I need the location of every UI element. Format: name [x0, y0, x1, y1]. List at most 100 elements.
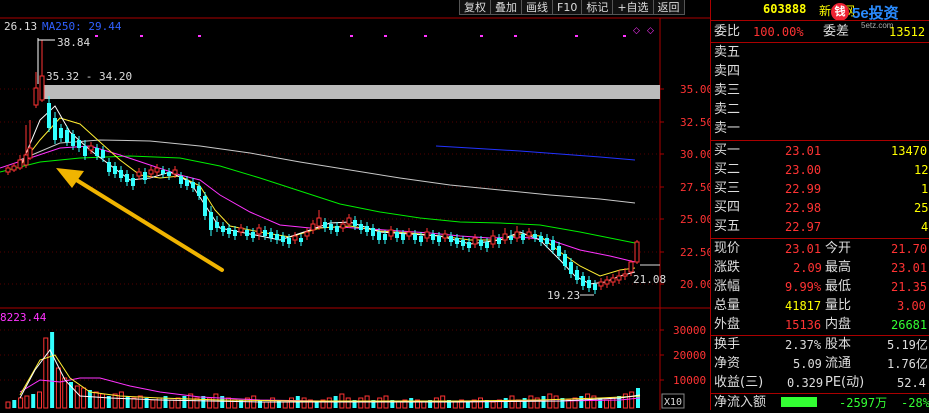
pe-value: 52.4 — [897, 376, 926, 390]
price-tick: 27.50 — [680, 181, 710, 194]
weibi-row: 委比 100.00% 委差 13512 — [711, 22, 929, 42]
high-label: 38.84 — [57, 36, 90, 49]
price-tick: 30.00 — [680, 148, 710, 161]
price-tick: 22.50 — [680, 246, 710, 259]
overlay-button[interactable]: 叠加 — [490, 0, 522, 15]
buy-row: 买二 23.00 12 — [711, 160, 929, 180]
sell-row: 卖二 — [711, 100, 929, 120]
sell-row: 卖五 — [711, 43, 929, 63]
buy3-label: 买三 — [714, 181, 741, 196]
sell1-label: 卖一 — [714, 121, 741, 136]
change-value: 2.09 — [793, 261, 822, 275]
buy2-label: 买二 — [714, 162, 741, 177]
brand-coin-icon: 钱 — [831, 3, 849, 21]
buy2-volume: 12 — [914, 163, 929, 177]
open-label: 今开 — [825, 241, 852, 256]
change-label: 涨跌 — [714, 260, 741, 275]
stock-code: 603888 — [763, 2, 807, 16]
ma120-line — [19, 139, 636, 204]
volume-label: 总量 — [714, 298, 741, 313]
net-asset-value: 5.09 — [793, 357, 822, 371]
stock-app: 35.00 32.50 30.00 27.50 25.00 22.50 20.0… — [0, 0, 929, 410]
volume-tick: 20000 — [673, 349, 706, 362]
ma-legend-value: 26.13 — [4, 20, 37, 33]
volume-ratio-label: 量比 — [825, 298, 852, 313]
f10-button[interactable]: F10 — [552, 0, 583, 15]
price-tick: 20.00 — [680, 278, 710, 291]
stat-row: 涨幅 9.99% 最低 21.35 — [711, 277, 929, 297]
high-label-panel: 最高 — [825, 260, 852, 275]
high-value: 23.01 — [891, 261, 928, 275]
sell-row: 卖三 — [711, 81, 929, 101]
stat-row: 涨跌 2.09 最高 23.01 — [711, 258, 929, 278]
net-asset-label: 净资 — [714, 356, 741, 371]
svg-text:◇: ◇ — [647, 26, 654, 36]
netflow-pct: -28% — [901, 396, 929, 410]
ma250-legend: MA250: 29.44 — [42, 20, 122, 33]
open-value: 21.70 — [891, 242, 928, 256]
buy1-label: 买一 — [714, 143, 741, 158]
change-pct-label: 涨幅 — [714, 279, 741, 294]
buy-row: 买四 22.98 25 — [711, 198, 929, 218]
stat-row: 现价 23.01 今开 21.70 — [711, 239, 929, 259]
weibi-label: 委比 — [714, 24, 741, 39]
volume-value: 41817 — [785, 299, 822, 313]
svg-text:◇: ◇ — [633, 26, 640, 36]
outer-value: 15136 — [785, 318, 822, 332]
buy-row: 买三 22.99 1 — [711, 179, 929, 199]
buy5-label: 买五 — [714, 219, 741, 234]
sell2-label: 卖二 — [714, 102, 741, 117]
draw-line-button[interactable]: 画线 — [521, 0, 553, 15]
weibi-value: 100.00% — [753, 25, 804, 39]
buy-row: 买一 23.01 13470 — [711, 141, 929, 161]
pe-label: PE(动) — [825, 375, 865, 390]
buy-row: 买五 22.97 4 — [711, 217, 929, 237]
buy4-volume: 25 — [914, 201, 929, 215]
price-tick: 32.50 — [680, 116, 710, 129]
buy3-price: 22.99 — [785, 182, 822, 196]
fund-row: 收益(三) 0.329 PE(动) 52.4 — [711, 373, 929, 393]
sell-row: 卖一 — [711, 119, 929, 139]
netflow-value: -2597万 — [839, 396, 888, 410]
chart-toolbar: 复权 叠加 画线 F10 标记 +自选 返回 — [459, 0, 710, 16]
buy4-label: 买四 — [714, 200, 741, 215]
mark-button[interactable]: 标记 — [581, 0, 614, 15]
weicha-label: 委差 — [823, 24, 850, 39]
buy4-price: 22.98 — [785, 201, 822, 215]
eps-value: 0.329 — [787, 376, 824, 390]
kline-chart[interactable]: 35.00 32.50 30.00 27.50 25.00 22.50 20.0… — [0, 0, 710, 410]
inner-value: 26681 — [891, 318, 928, 332]
sell4-label: 卖四 — [714, 64, 741, 79]
fund-row: 换手 2.37% 股本 5.19亿 — [711, 335, 929, 355]
volume-ratio-value: 3.00 — [897, 299, 926, 313]
stat-row: 总量 41817 量比 3.00 — [711, 296, 929, 316]
shares-value: 5.19亿 — [887, 338, 928, 352]
buy1-volume: 13470 — [891, 144, 928, 158]
outer-label: 外盘 — [714, 317, 741, 332]
low-label: 19.23 — [547, 289, 580, 302]
buy5-price: 22.97 — [785, 220, 822, 234]
ma20-line — [0, 145, 636, 263]
fund-row: 净资 5.09 流通 1.76亿 — [711, 354, 929, 374]
netflow-label: 净流入额 — [714, 395, 767, 410]
add-watchlist-button[interactable]: +自选 — [612, 0, 654, 15]
buy5-volume: 4 — [921, 220, 929, 234]
price-tick: 35.00 — [680, 83, 710, 96]
sell3-label: 卖三 — [714, 83, 741, 98]
change-pct-value: 9.99% — [785, 280, 822, 294]
sell-row: 卖四 — [711, 62, 929, 82]
buy3-volume: 1 — [921, 182, 929, 196]
volume-scale-tag[interactable]: X10 — [664, 397, 682, 408]
quote-panel: 603888 新华网 钱 5e投资 5etz.com 委比 100.00% 委差… — [710, 0, 929, 410]
fuquan-button[interactable]: 复权 — [459, 0, 491, 15]
ma250-line — [435, 145, 636, 161]
stat-row: 外盘 15136 内盘 26681 — [711, 315, 929, 335]
last-price-label: 21.08 — [633, 273, 666, 286]
netflow-row: 净流入额 -2597万 -28% — [711, 393, 929, 413]
ma60-line — [0, 155, 636, 244]
volume-tick: 10000 — [673, 374, 706, 387]
turnover-label: 换手 — [714, 337, 741, 352]
price-label: 现价 — [714, 241, 741, 256]
weicha-value: 13512 — [889, 25, 926, 39]
back-button[interactable]: 返回 — [652, 0, 685, 15]
